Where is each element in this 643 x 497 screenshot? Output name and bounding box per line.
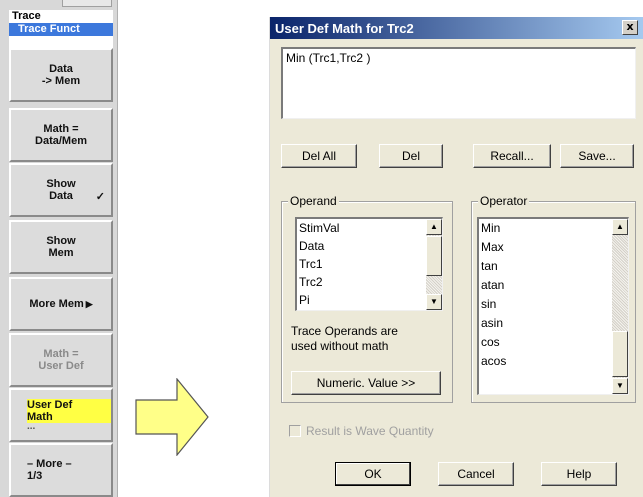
help-button[interactable]: Help — [541, 462, 617, 486]
scroll-up-icon[interactable]: ▲ — [612, 219, 628, 235]
softkey-label: – More – — [27, 458, 72, 470]
more-mem-label: More Mem — [29, 298, 84, 310]
softkey-label: Mem — [48, 247, 74, 259]
operator-item[interactable]: Min — [481, 219, 500, 237]
more-page-softkey[interactable]: – More – 1/3 — [9, 443, 113, 497]
math-user-def-softkey[interactable]: Math = User Def — [9, 333, 113, 387]
operator-item[interactable]: asin — [481, 314, 503, 332]
operator-scrollbar[interactable]: ▲ ▼ — [612, 219, 628, 394]
operator-item[interactable]: tan — [481, 257, 498, 275]
user-def-math-softkey[interactable]: User Def Math ... — [9, 388, 113, 442]
operator-item[interactable]: sin — [481, 295, 496, 313]
scroll-thumb[interactable] — [426, 236, 442, 276]
panel-tab-stub — [62, 0, 112, 7]
numeric-value-button[interactable]: Numeric. Value >> — [291, 371, 441, 395]
math-data-mem-softkey[interactable]: Math = Data/Mem — [9, 108, 113, 162]
softkey-label: -> Mem — [41, 75, 81, 87]
close-button[interactable]: x — [622, 20, 638, 35]
operand-hint-line: Trace Operands are — [291, 324, 398, 338]
softkey-panel-header: Trace Trace Funct — [9, 10, 113, 48]
cancel-button[interactable]: Cancel — [438, 462, 514, 486]
scroll-down-icon[interactable]: ▼ — [426, 294, 442, 310]
scroll-up-icon[interactable]: ▲ — [426, 219, 442, 235]
softkey-label: Math = — [43, 348, 79, 360]
softkey-label: Show — [46, 235, 76, 247]
scroll-thumb[interactable] — [612, 331, 628, 377]
softkey-label: Show — [46, 178, 76, 190]
operator-list[interactable]: Min Max tan atan sin asin cos acos ▲ ▼ — [477, 217, 629, 395]
softkey-label: Math — [27, 411, 111, 423]
operator-item[interactable]: cos — [481, 333, 500, 351]
expression-text: Min (Trc1,Trc2 ) — [286, 51, 371, 65]
softkey-label: Data — [49, 63, 73, 75]
user-def-math-dialog: User Def Math for Trc2 x Min (Trc1,Trc2 … — [269, 17, 643, 497]
operand-hint: Trace Operands are used without math — [291, 324, 441, 354]
recall-button[interactable]: Recall... — [473, 144, 551, 168]
operand-item[interactable]: Data — [299, 237, 324, 255]
data-to-mem-softkey[interactable]: Data -> Mem — [9, 48, 113, 102]
operand-label: Operand — [288, 194, 339, 208]
dialog-titlebar: User Def Math for Trc2 x — [270, 17, 643, 39]
softkey-label: Math = — [43, 123, 79, 135]
scroll-down-icon[interactable]: ▼ — [612, 378, 628, 394]
operand-item[interactable]: Trc2 — [299, 273, 323, 291]
operand-item[interactable]: Pi — [299, 291, 310, 309]
softkey-panel: Trace Trace Funct Data -> Mem Math = Dat… — [0, 0, 118, 497]
submenu-arrow-icon: ▶ — [85, 299, 93, 309]
expression-editor[interactable]: Min (Trc1,Trc2 ) — [281, 47, 636, 119]
checkbox-box[interactable] — [289, 425, 301, 437]
softkey-label: More Mem ▶ — [29, 298, 92, 310]
operator-item[interactable]: Max — [481, 238, 504, 256]
operand-item[interactable]: Trc1 — [299, 255, 323, 273]
softkey-label: Data — [49, 190, 73, 202]
operand-item[interactable]: StimVal — [299, 219, 339, 237]
del-button[interactable]: Del — [379, 144, 443, 168]
operator-item[interactable]: acos — [481, 352, 506, 370]
softkey-label: Data/Mem — [35, 135, 87, 147]
operand-list[interactable]: StimVal Data Trc1 Trc2 Pi ▲ ▼ — [295, 217, 443, 311]
softkey-label: User Def — [27, 399, 111, 411]
dialog-title: User Def Math for Trc2 — [275, 21, 414, 36]
operand-group: Operand StimVal Data Trc1 Trc2 Pi ▲ ▼ Tr… — [281, 194, 453, 403]
del-all-button[interactable]: Del All — [281, 144, 357, 168]
operand-scrollbar[interactable]: ▲ ▼ — [426, 219, 442, 310]
softkey-label: 1/3 — [27, 470, 43, 482]
ok-button[interactable]: OK — [335, 462, 411, 486]
operator-label: Operator — [478, 194, 530, 208]
close-icon: x — [626, 20, 634, 33]
panel-subtitle: Trace Funct — [9, 23, 113, 36]
panel-title: Trace — [12, 10, 41, 22]
operator-item[interactable]: atan — [481, 276, 504, 294]
softkey-label: User Def — [38, 360, 84, 372]
ellipsis-indicator: ... — [27, 421, 36, 432]
operand-hint-line: used without math — [291, 339, 389, 353]
operator-group: Operator Min Max tan atan sin asin cos a… — [471, 194, 636, 403]
more-mem-softkey[interactable]: More Mem ▶ — [9, 277, 113, 331]
show-mem-softkey[interactable]: Show Mem — [9, 220, 113, 274]
result-wave-quantity-label: Result is Wave Quantity — [306, 424, 434, 438]
right-arrow-icon — [135, 378, 209, 456]
checkmark-icon: ✓ — [95, 191, 105, 203]
save-button[interactable]: Save... — [560, 144, 634, 168]
show-data-softkey[interactable]: Show Data ✓ — [9, 163, 113, 217]
